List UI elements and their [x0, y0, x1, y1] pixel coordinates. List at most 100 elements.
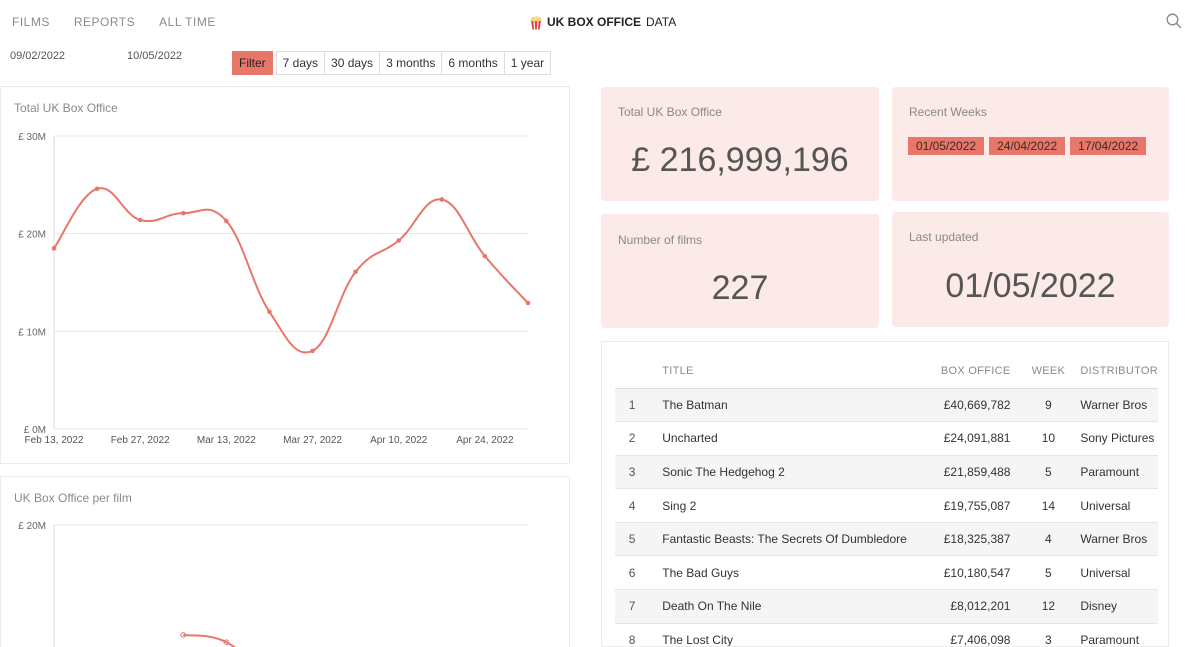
x-tick-label: Feb 27, 2022	[111, 435, 170, 446]
per-film-chart: £ 20M	[18, 521, 528, 647]
series-line	[53, 187, 529, 354]
total-box-office-chart-panel: Total UK Box Office £ 0M £ 10M £ 20M £ 30M F…	[0, 86, 570, 464]
films-table: TITLE BOX OFFICE WEEK DISTRIBUTOR 1 The B…	[615, 355, 1158, 646]
card-label: Total UK Box Office	[618, 105, 722, 119]
per-film-chart-panel: UK Box Office per film £ 20M	[0, 476, 570, 647]
row-distributor: Disney	[1068, 589, 1158, 624]
row-week: 9	[1028, 388, 1069, 423]
data-point	[224, 218, 229, 224]
data-point	[353, 269, 358, 275]
data-point	[525, 300, 531, 306]
table-row[interactable]: 8 The Lost City £7,406,098 3 Paramount	[615, 623, 1158, 646]
table-row[interactable]: 6 The Bad Guys £10,180,547 5 Universal	[615, 555, 1158, 591]
table-row[interactable]: 3 Sonic The Hedgehog 2 £21,859,488 5 Paramou…	[615, 455, 1158, 490]
x-tick-label: Apr 24, 2022	[456, 435, 514, 446]
recent-week-tag[interactable]: 24/04/2022	[989, 137, 1066, 155]
recent-weeks-card: Recent Weeks 01/05/2022 24/04/2022 17/04…	[892, 87, 1169, 201]
row-week: 14	[1028, 488, 1069, 523]
row-title: Fantastic Beasts: The Secrets Of Dumbled…	[649, 522, 915, 557]
search-icon[interactable]	[1166, 13, 1182, 29]
row-box-office: £40,669,782	[914, 388, 1029, 423]
row-box-office: £18,325,387	[914, 522, 1029, 557]
nav-reports[interactable]: REPORTS	[74, 15, 135, 29]
col-box-office[interactable]: BOX OFFICE	[914, 355, 1029, 389]
filter-button[interactable]: Filter	[232, 51, 273, 75]
brand-light: DATA	[646, 15, 677, 29]
x-tick-label: Feb 13, 2022	[25, 435, 84, 446]
row-rank: 8	[615, 623, 650, 646]
col-title[interactable]: TITLE	[649, 355, 915, 389]
card-label: Number of films	[618, 233, 703, 247]
row-distributor: Warner Bros	[1068, 388, 1158, 423]
y-tick-label: £ 10M	[18, 327, 46, 338]
col-distributor[interactable]: DISTRIBUTOR	[1068, 355, 1158, 389]
row-week: 12	[1028, 589, 1069, 624]
data-point	[51, 246, 57, 251]
row-distributor: Sony Pictures	[1068, 421, 1158, 456]
number-of-films-value: 227	[711, 269, 769, 307]
table-header-row: TITLE BOX OFFICE WEEK DISTRIBUTOR	[615, 355, 1158, 389]
range-30-days[interactable]: 30 days	[324, 51, 381, 75]
recent-weeks-list: 01/05/2022 24/04/2022 17/04/2022	[908, 137, 1147, 155]
films-table-panel: TITLE BOX OFFICE WEEK DISTRIBUTOR 1 The B…	[601, 341, 1169, 647]
row-rank: 4	[615, 488, 650, 523]
data-point	[267, 309, 272, 315]
table-row[interactable]: 5 Fantastic Beasts: The Secrets Of Dumble…	[615, 522, 1158, 557]
row-rank: 5	[615, 522, 650, 557]
table-row[interactable]: 2 Uncharted £24,091,881 10 Sony Pictures	[615, 421, 1158, 456]
row-rank: 6	[615, 555, 650, 591]
card-label: Last updated	[909, 230, 979, 244]
row-title: Death On The Nile	[649, 589, 915, 624]
total-box-office-chart: £ 0M£ 10M£ 20M£ 30MFeb 13, 2022 Feb 27, 2…	[18, 132, 531, 446]
range-6-months[interactable]: 6 months	[441, 51, 505, 75]
data-point	[180, 210, 186, 216]
start-date-input[interactable]: 09/02/2022	[10, 50, 65, 62]
table-row[interactable]: 4 Sing 2 £19,755,087 14 Universal	[615, 488, 1158, 523]
recent-week-tag[interactable]: 17/04/2022	[1070, 137, 1147, 155]
x-tick-label: Mar 13, 2022	[197, 435, 256, 446]
top-nav: FILMS REPORTS ALL TIME	[12, 15, 240, 29]
data-point	[94, 186, 100, 192]
row-box-office: £24,091,881	[914, 421, 1029, 456]
series-line	[183, 633, 236, 647]
row-week: 10	[1028, 421, 1069, 456]
nav-all-time[interactable]: ALL TIME	[159, 15, 216, 29]
row-title: Uncharted	[649, 421, 915, 456]
y-tick-label: £ 20M	[18, 230, 46, 241]
number-of-films-card: Number of films 227	[601, 214, 879, 328]
row-title: The Batman	[649, 388, 915, 423]
total-box-office-card: Total UK Box Office £ 216,999,196	[601, 87, 879, 201]
row-box-office: £19,755,087	[914, 488, 1029, 523]
brand-logo[interactable]: UK BOX OFFICE DATA	[530, 15, 677, 30]
col-week[interactable]: WEEK	[1028, 355, 1069, 389]
row-box-office: £8,012,201	[914, 589, 1029, 624]
data-point	[310, 348, 315, 354]
table-row[interactable]: 7 Death On The Nile £8,012,201 12 Disney	[615, 589, 1158, 624]
row-rank: 7	[615, 589, 650, 624]
row-rank: 1	[615, 388, 650, 423]
row-week: 5	[1028, 555, 1069, 591]
x-tick-label: Apr 10, 2022	[370, 435, 428, 446]
nav-films[interactable]: FILMS	[12, 15, 50, 29]
y-tick-label: £ 30M	[18, 132, 46, 143]
row-week: 3	[1028, 623, 1069, 646]
last-updated-card: Last updated 01/05/2022	[892, 212, 1169, 327]
recent-week-tag[interactable]: 01/05/2022	[908, 137, 985, 155]
row-title: Sing 2	[649, 488, 915, 523]
range-1-year[interactable]: 1 year	[503, 51, 552, 75]
brand-bold: UK BOX OFFICE	[547, 15, 642, 29]
row-distributor: Universal	[1068, 488, 1158, 523]
x-tick-label: Mar 27, 2022	[283, 435, 342, 446]
table-row[interactable]: 1 The Batman £40,669,782 9 Warner Bros	[615, 388, 1158, 423]
row-box-office: £7,406,098	[914, 623, 1029, 646]
row-distributor: Paramount	[1068, 455, 1158, 490]
row-rank: 2	[615, 421, 650, 456]
row-distributor: Paramount	[1068, 623, 1158, 646]
row-week: 5	[1028, 455, 1069, 490]
range-3-months[interactable]: 3 months	[379, 51, 443, 75]
row-week: 4	[1028, 522, 1069, 557]
col-rank	[615, 355, 650, 389]
end-date-input[interactable]: 10/05/2022	[127, 50, 182, 62]
range-7-days[interactable]: 7 days	[275, 51, 326, 75]
row-box-office: £10,180,547	[914, 555, 1029, 591]
